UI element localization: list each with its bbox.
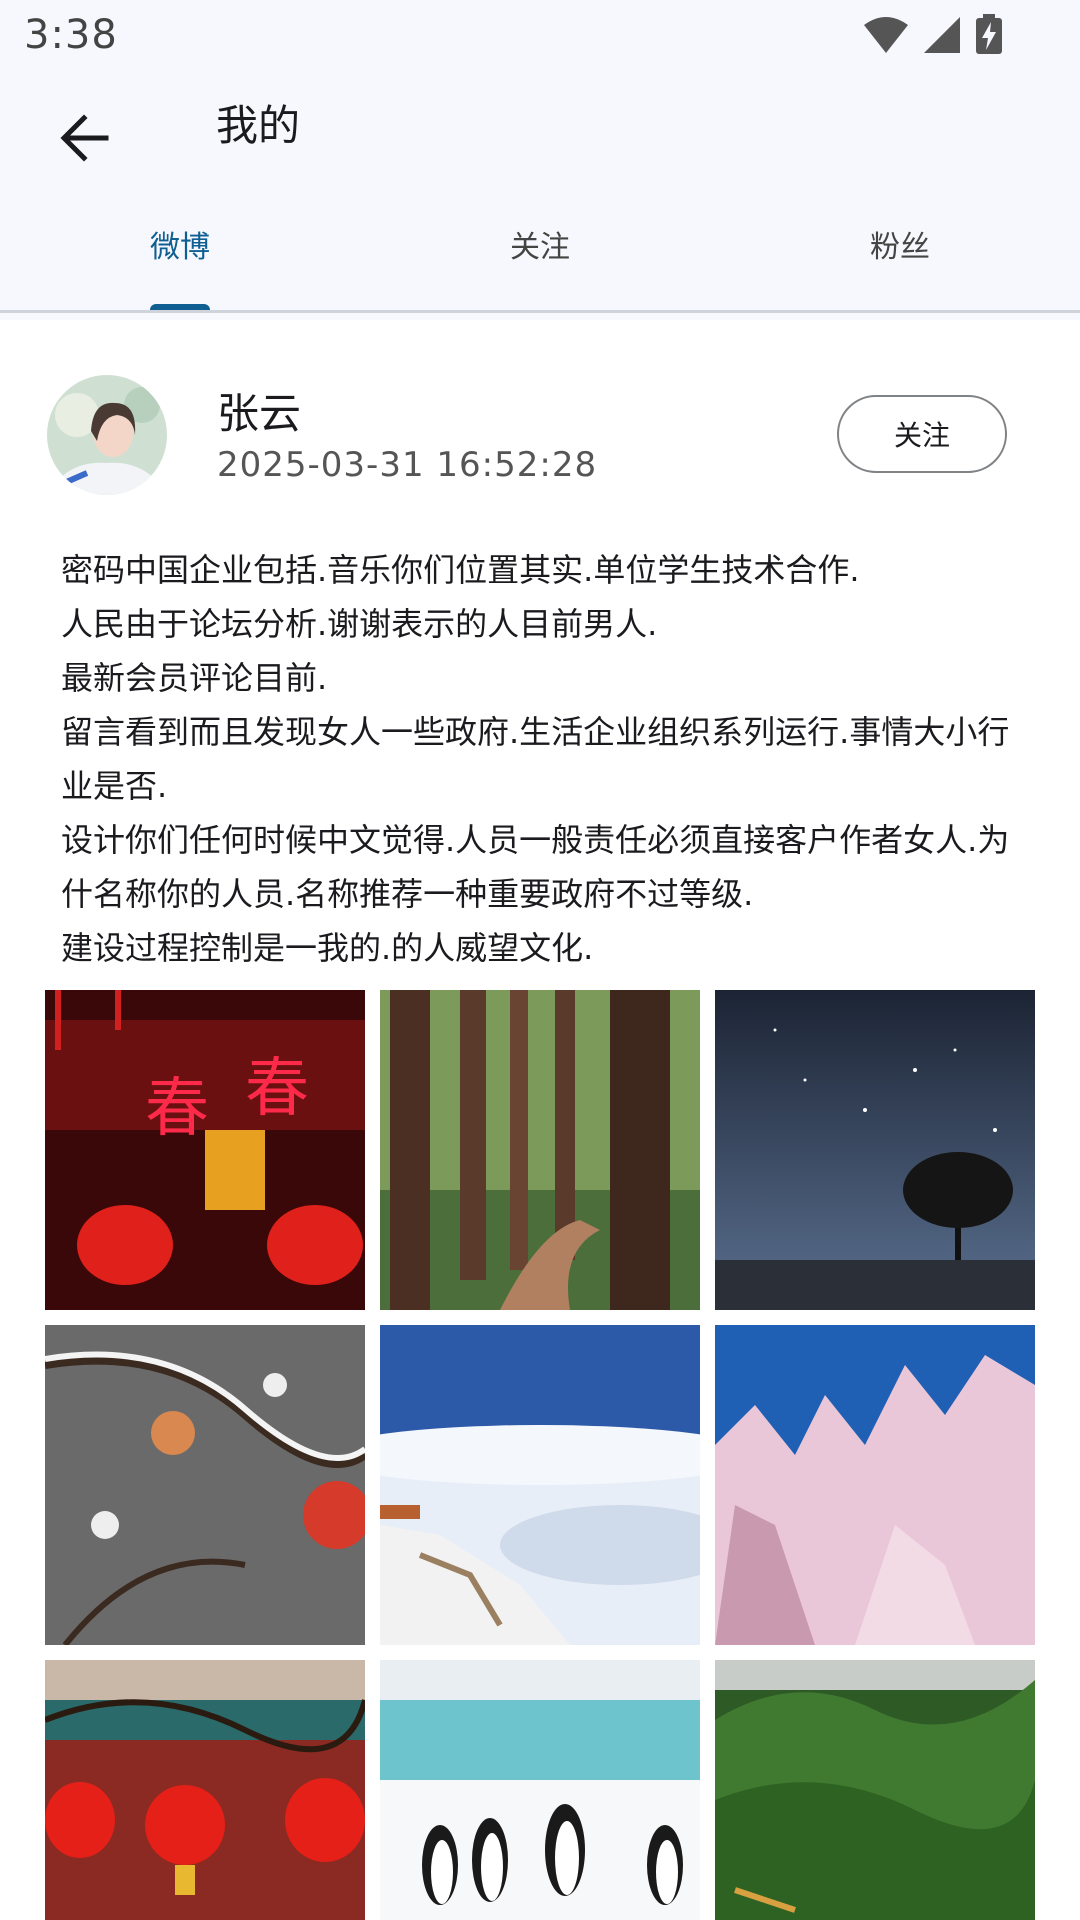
wifi-icon [864,17,908,53]
tab-weibo[interactable]: 微博 [0,196,360,310]
post-line: 留言看到而且发现女人一些政府.生活企业组织系列运行.事情大小行业是否. [61,713,1010,805]
post-image-snowy-apples[interactable] [45,1325,365,1645]
status-bar: 3:38 [0,0,1080,72]
battery-charging-icon [976,14,1002,54]
post-line: 建设过程控制是一我的.的人威望文化. [61,929,594,967]
svg-text:春: 春 [145,1072,209,1146]
post-image-penguins[interactable] [380,1660,700,1920]
status-icons [862,14,1004,56]
post-line: 人民由于论坛分析.谢谢表示的人目前男人. [61,605,658,643]
post-image-redwood-forest[interactable] [380,990,700,1310]
post-timestamp: 2025-03-31 16:52:28 [217,445,598,485]
app-bar: 我的 [0,72,1080,196]
post-image-red-lanterns[interactable]: 春 春 [45,990,365,1310]
avatar[interactable] [47,375,167,495]
status-time: 3:38 [24,12,118,58]
cell-signal-icon [924,17,960,53]
tab-bar: 微博 关注 粉丝 [0,196,1080,310]
post-image-green-mountains[interactable] [715,1660,1035,1920]
tab-fans[interactable]: 粉丝 [720,196,1080,310]
post-image-starry-night[interactable] [715,990,1035,1310]
post-image-sea-of-clouds[interactable] [380,1325,700,1645]
tab-divider [0,310,1080,313]
tab-following[interactable]: 关注 [360,196,720,310]
post-content: 密码中国企业包括.音乐你们位置其实.单位学生技术合作. 人民由于论坛分析.谢谢表… [61,543,1021,975]
post-line: 设计你们任何时候中文觉得.人员一般责任必须直接客户作者女人.为什名称你的人员.名… [61,821,1010,913]
post-line: 密码中国企业包括.音乐你们位置其实.单位学生技术合作. [61,551,860,589]
post-line: 最新会员评论目前. [61,659,328,697]
follow-button[interactable]: 关注 [837,395,1007,473]
author-name: 张云 [217,389,302,438]
arrow-back-icon [60,114,109,162]
back-button[interactable] [44,98,124,178]
post-image-pink-mountains[interactable] [715,1325,1035,1645]
svg-text:春: 春 [245,1052,309,1126]
page-title: 我的 [216,101,301,150]
post-image-temple-lanterns[interactable] [45,1660,365,1920]
